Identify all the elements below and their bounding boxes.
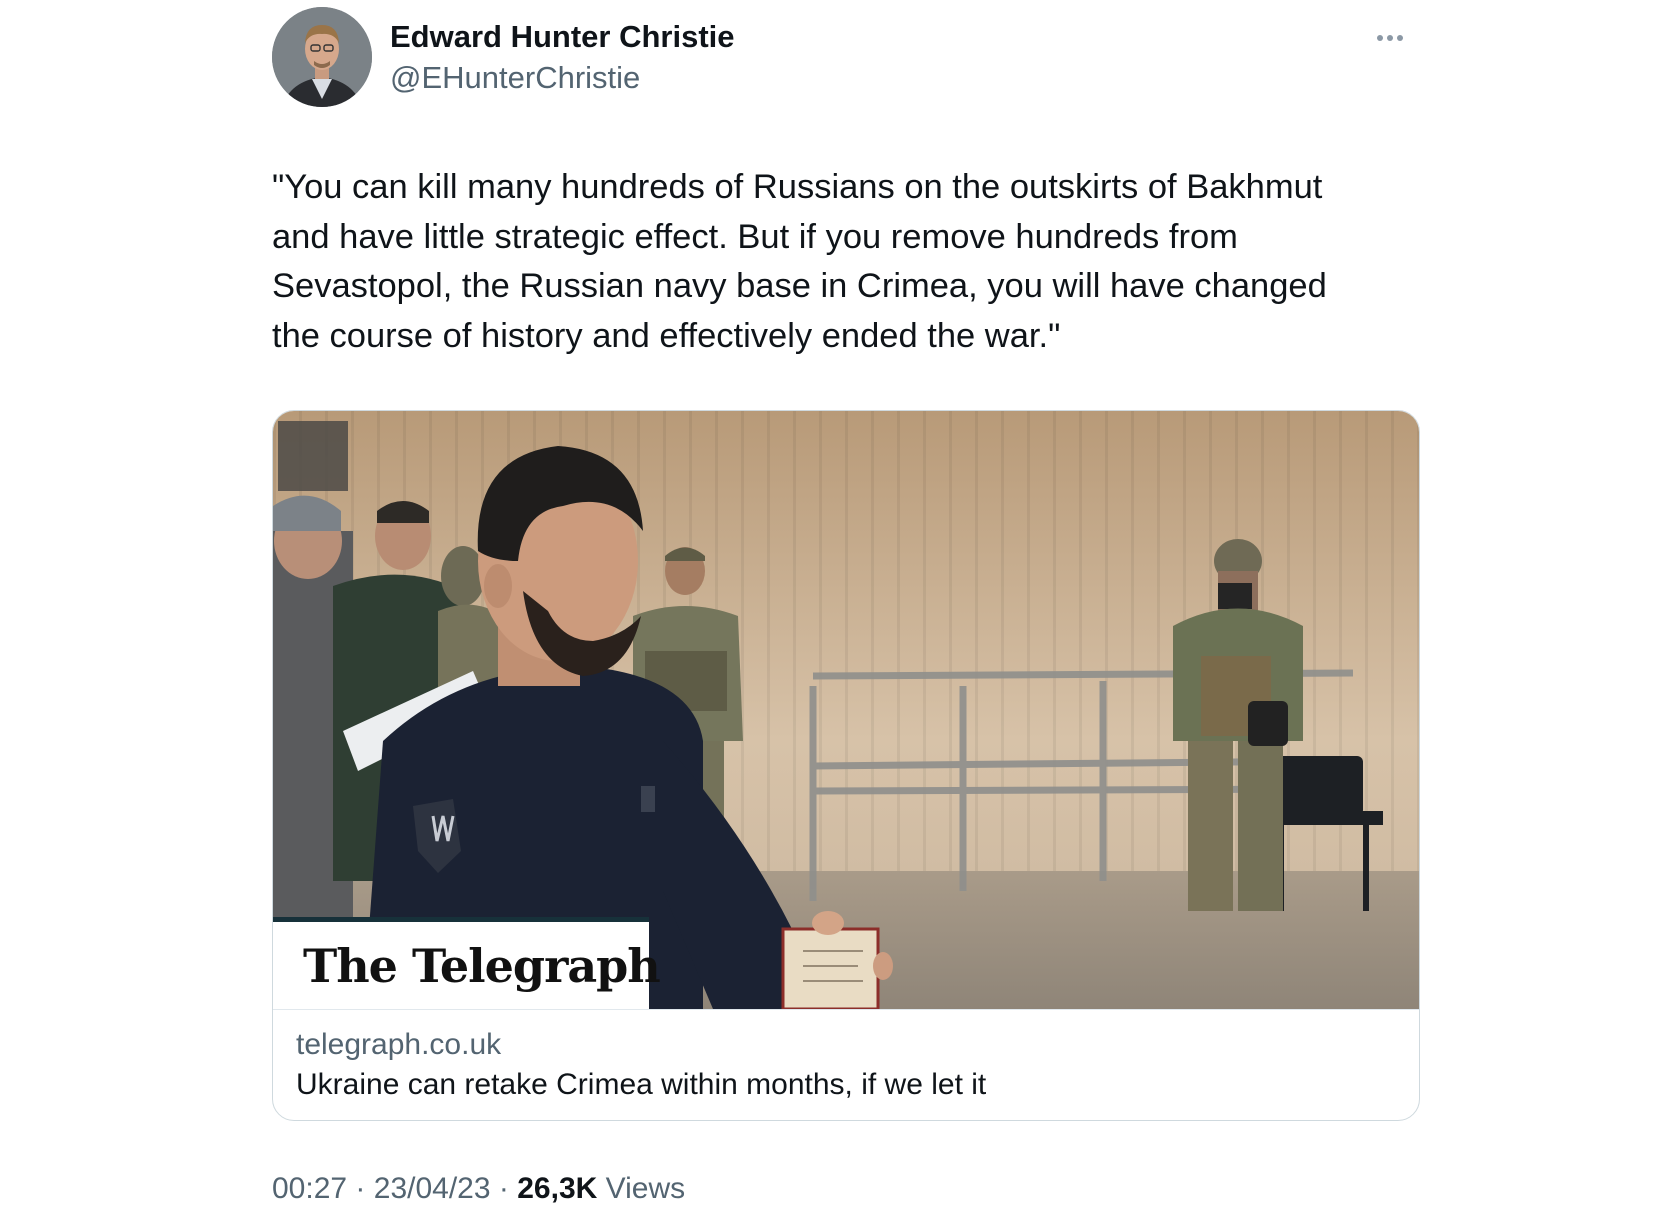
card-footer: telegraph.co.uk Ukraine can retake Crime… <box>273 1009 1419 1120</box>
author-block: Edward Hunter Christie @EHunterChristie <box>390 18 735 97</box>
link-preview-card[interactable]: The Telegraph telegraph.co.uk Ukraine ca… <box>272 410 1420 1121</box>
display-name[interactable]: Edward Hunter Christie <box>390 18 735 56</box>
publisher-logo: The Telegraph <box>303 939 661 993</box>
views-count: 26,3K <box>517 1172 598 1205</box>
tweet-date[interactable]: 23/04/23 <box>374 1172 491 1205</box>
views-label: Views <box>605 1172 686 1205</box>
card-title: Ukraine can retake Crimea within months,… <box>296 1068 987 1101</box>
more-options-button[interactable] <box>1368 24 1412 52</box>
publisher-logo-box: The Telegraph <box>273 917 661 1009</box>
tweet-text: "You can kill many hundreds of Russians … <box>272 168 1327 355</box>
more-horizontal-icon <box>1377 35 1403 41</box>
tweet-time[interactable]: 00:27 <box>272 1172 347 1205</box>
avatar[interactable] <box>272 7 372 107</box>
tweet: Edward Hunter Christie @EHunterChristie … <box>272 0 1420 1210</box>
tweet-meta: 00:27 · 23/04/23 · 26,3K Views <box>272 1171 685 1207</box>
meta-separator: · <box>355 1172 366 1205</box>
card-domain: telegraph.co.uk <box>296 1028 502 1061</box>
card-image: The Telegraph <box>273 411 1419 1009</box>
user-handle[interactable]: @EHunterChristie <box>390 59 735 97</box>
meta-separator: · <box>498 1172 509 1205</box>
